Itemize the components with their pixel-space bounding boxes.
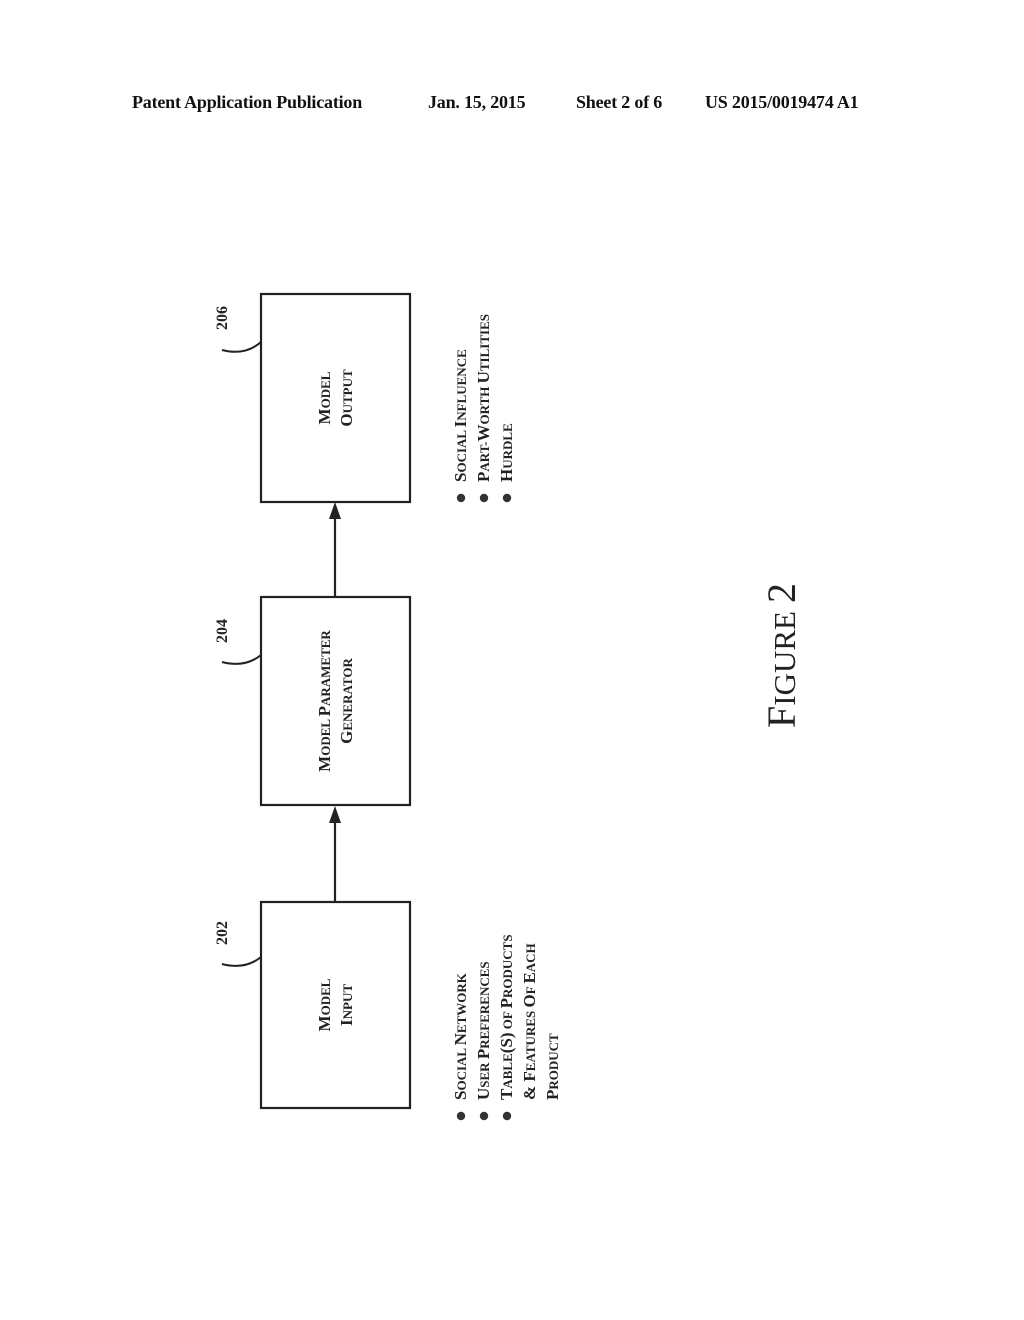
text-fragment: SER bbox=[477, 1059, 492, 1088]
text-fragment: RODUCTS bbox=[500, 934, 515, 998]
text-fragment: TILITIES bbox=[477, 314, 492, 371]
text-fragment: OCIAL bbox=[454, 1045, 469, 1090]
text-fragment: T bbox=[497, 1088, 516, 1100]
text-fragment: P bbox=[497, 998, 516, 1008]
arrow-input-to-generator bbox=[329, 806, 341, 902]
block-model-input: 202 MODELINPUT SOCIAL NETWORKUSER PREFER… bbox=[214, 900, 562, 1121]
ref-label-202: 202 bbox=[214, 921, 231, 945]
bullet-item-text: PRODUCT bbox=[543, 1033, 562, 1100]
block-label-line: P bbox=[315, 706, 334, 716]
text-fragment: W bbox=[474, 424, 493, 441]
ref-leader-202 bbox=[221, 956, 262, 967]
text-fragment: S bbox=[451, 473, 470, 482]
text-fragment: REFERENCES bbox=[477, 961, 492, 1048]
block-label-line: ODEL bbox=[318, 371, 333, 408]
ref-leader-204 bbox=[221, 654, 262, 665]
text-fragment: ART- bbox=[477, 441, 492, 471]
text-fragment: ABLE bbox=[500, 1053, 515, 1088]
block-label-line: M bbox=[315, 408, 334, 424]
text-fragment: N bbox=[451, 1032, 470, 1045]
block-label-line: UTPUT bbox=[340, 369, 355, 413]
text-fragment: ACH bbox=[523, 943, 538, 972]
text-fragment: P bbox=[474, 472, 493, 482]
model-parameter-generator-box bbox=[259, 595, 412, 807]
text-fragment: U bbox=[474, 1088, 493, 1100]
ref-label-204: 204 bbox=[214, 619, 231, 643]
bullet-item-text: PART-WORTH UTILITIES bbox=[474, 314, 493, 482]
bullet-icon bbox=[502, 493, 512, 503]
bullet-icon bbox=[456, 1111, 466, 1121]
block-label-line: NPUT bbox=[340, 984, 355, 1020]
bullet-item-text: SOCIAL INFLUENCE bbox=[451, 349, 470, 482]
text-fragment: E bbox=[520, 972, 539, 983]
figure-caption: FIGURE2 bbox=[759, 583, 804, 728]
bullet-item-text: USER PREFERENCES bbox=[474, 961, 493, 1100]
bullet-item-text: SOCIAL NETWORK bbox=[451, 972, 470, 1100]
arrow-generator-to-output bbox=[329, 502, 341, 597]
flow-diagram: 206 MODELOUTPUT SOCIAL INFLUENCEPART-WOR… bbox=[214, 292, 804, 1121]
text-fragment: S bbox=[451, 1091, 470, 1100]
text-fragment: U bbox=[474, 371, 493, 383]
block-label-line: ODEL bbox=[318, 716, 333, 755]
ref-label-206: 206 bbox=[214, 306, 231, 330]
text-fragment: OCIAL bbox=[454, 427, 469, 472]
bullet-icon bbox=[479, 1111, 489, 1121]
text-fragment: O bbox=[520, 994, 539, 1007]
bullet-item-text: TABLE(S) OF PRODUCTS bbox=[497, 934, 516, 1100]
block-label-line: ODEL bbox=[318, 978, 333, 1015]
block-label-line: G bbox=[337, 731, 356, 744]
bullet-item-text: HURDLE bbox=[497, 423, 516, 482]
block-label-line: O bbox=[337, 413, 356, 426]
text-fragment: ETWORK bbox=[454, 972, 469, 1033]
ref-leader-206 bbox=[221, 341, 262, 353]
text-fragment: URDLE bbox=[500, 423, 515, 469]
bullet-item-text: & FEATURES OF EACH bbox=[520, 943, 539, 1100]
text-fragment: P bbox=[543, 1090, 562, 1100]
text-fragment: & F bbox=[520, 1071, 539, 1100]
bullet-icon bbox=[456, 493, 466, 503]
model-output-bullets: SOCIAL INFLUENCEPART-WORTH UTILITIESHURD… bbox=[451, 314, 516, 503]
bullet-icon bbox=[502, 1111, 512, 1121]
block-label-line: ARAMETER bbox=[318, 630, 333, 706]
model-input-box bbox=[259, 900, 412, 1110]
text-fragment: F bbox=[523, 984, 538, 995]
block-model-output: 206 MODELOUTPUT SOCIAL INFLUENCEPART-WOR… bbox=[214, 292, 516, 504]
text-fragment: RODUCT bbox=[546, 1033, 561, 1090]
text-fragment: H bbox=[497, 469, 516, 482]
text-fragment: EATURES bbox=[523, 1008, 538, 1072]
text-fragment: OF bbox=[500, 1008, 515, 1032]
bullet-icon bbox=[479, 493, 489, 503]
model-input-bullets: SOCIAL NETWORKUSER PREFERENCESTABLE(S) O… bbox=[451, 934, 562, 1121]
block-model-parameter-generator: 204 MODEL PARAMETER GENERATOR bbox=[214, 595, 412, 807]
text-fragment: P bbox=[474, 1049, 493, 1059]
block-label-line: M bbox=[315, 1015, 334, 1031]
block-label-line: M bbox=[315, 756, 334, 772]
text-fragment: NFLUENCE bbox=[454, 349, 469, 421]
block-label-line: ENERATOR bbox=[340, 658, 355, 731]
text-fragment: ORTH bbox=[477, 383, 492, 424]
model-output-box bbox=[259, 292, 412, 504]
text-fragment: (S) bbox=[497, 1032, 516, 1053]
